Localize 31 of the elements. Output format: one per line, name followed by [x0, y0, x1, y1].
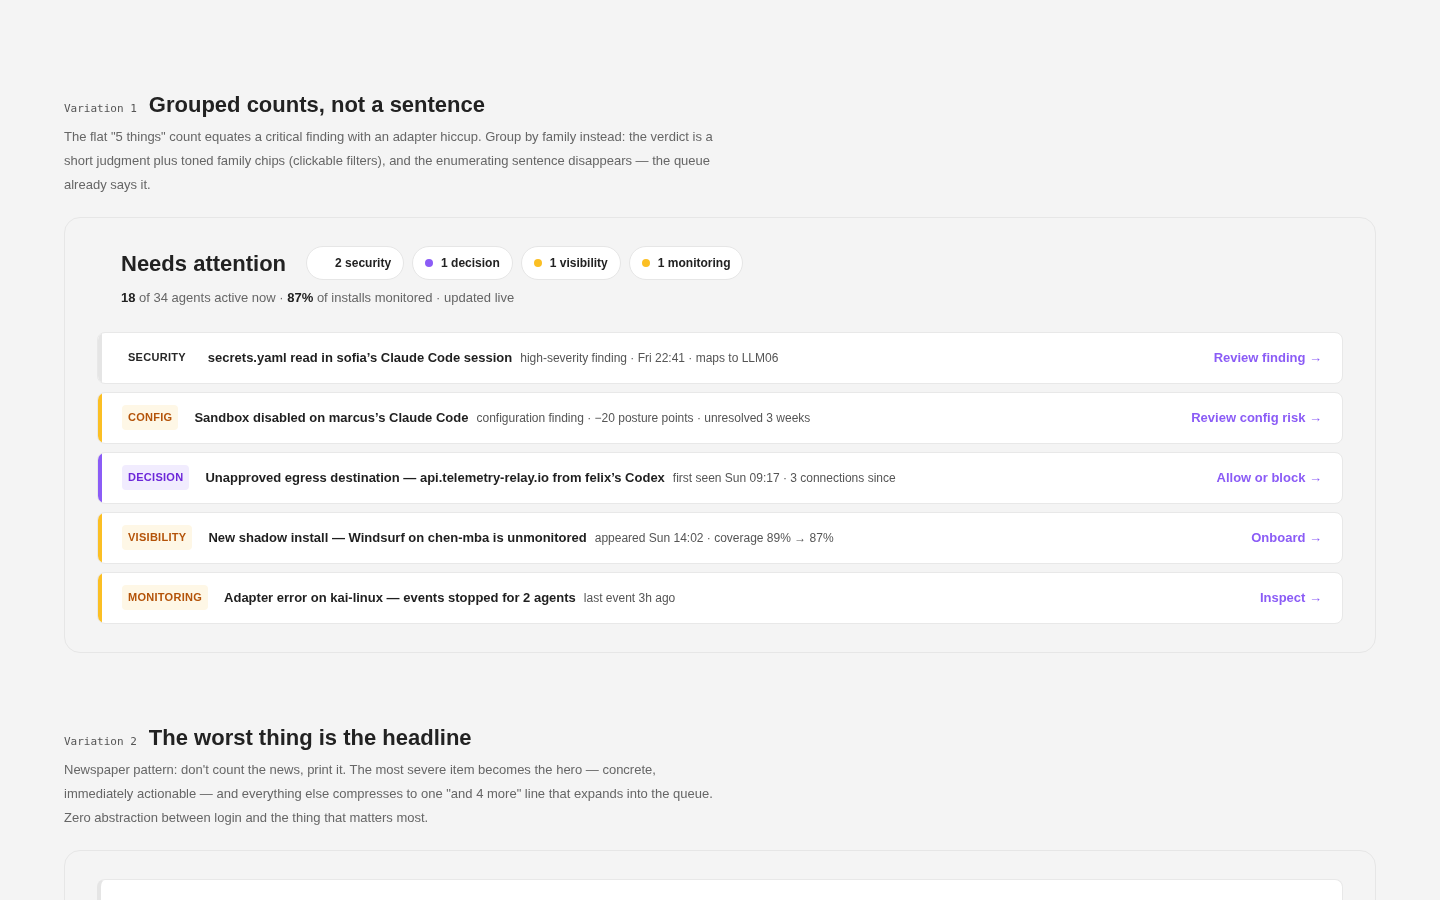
- filter-chip[interactable]: 1 decision: [412, 246, 513, 280]
- section-title: The worst thing is the headline: [148, 723, 472, 752]
- filter-chip[interactable]: 1 visibility: [520, 246, 621, 280]
- category-tag: CONFIG: [122, 405, 179, 430]
- action-link[interactable]: Inspect →: [1259, 587, 1322, 608]
- variation-label: Variation 2: [64, 733, 137, 750]
- summary-text: 18 of 34 agents active now · 87% of installs monitored · updated live: [121, 289, 516, 307]
- finding-meta: last event 3h ago: [583, 589, 676, 607]
- finding-title: Unapproved egress destination — api.telemetry-relay.io from felix’s Codex: [205, 468, 665, 487]
- finding-meta: appeared Sun 14:02 · coverage 89% → 87%: [594, 529, 834, 547]
- finding-title: Adapter error on kai-linux — events stopped for 2 agents: [224, 588, 576, 607]
- action-link[interactable]: Review finding →: [1213, 347, 1322, 368]
- section-title: Grouped counts, not a sentence: [148, 91, 485, 119]
- finding-meta: configuration finding · −20 posture points · unresolved 3 weeks: [476, 409, 811, 427]
- finding-title: secrets.yaml read in sofia’s Claude Code session: [207, 348, 513, 367]
- finding-meta: high-severity finding · Fri 22:41 · maps to LLM06: [520, 349, 779, 367]
- panel-heading: Needs attention: [121, 249, 287, 278]
- action-link[interactable]: Onboard →: [1251, 527, 1322, 548]
- category-tag: VISIBILITY: [122, 525, 193, 550]
- action-link[interactable]: Allow or block →: [1216, 467, 1322, 488]
- filter-chip[interactable]: 2 security: [306, 246, 405, 280]
- variation-label: Variation 1: [64, 101, 137, 117]
- category-tag: DECISION: [122, 465, 190, 490]
- section-description: Newspaper pattern: don't count the news, print it. The most severe item becomes the hero — concrete, immediately actionable — and everything else compresses to one "and 4 more" line that expands into the queue. Zero abstraction between login and the thing that matters most.: [64, 760, 714, 827]
- finding-meta: first seen Sun 09:17 · 3 connections since: [672, 469, 896, 487]
- section-description: The flat "5 things" count equates a critical finding with an adapter hiccup. Group by family instead: the verdict is a short judgment plus toned family chips (clickable filters), and the enumerating sentence disappears — the queue already says it.: [64, 128, 714, 194]
- filter-chip[interactable]: 1 monitoring: [628, 246, 744, 280]
- action-link[interactable]: Review config risk →: [1191, 407, 1322, 428]
- finding-title: Sandbox disabled on marcus’s Claude Code: [194, 408, 469, 427]
- finding-title: New shadow install — Windsurf on chen-mba is unmonitored: [208, 528, 587, 547]
- category-tag: MONITORING: [122, 585, 209, 610]
